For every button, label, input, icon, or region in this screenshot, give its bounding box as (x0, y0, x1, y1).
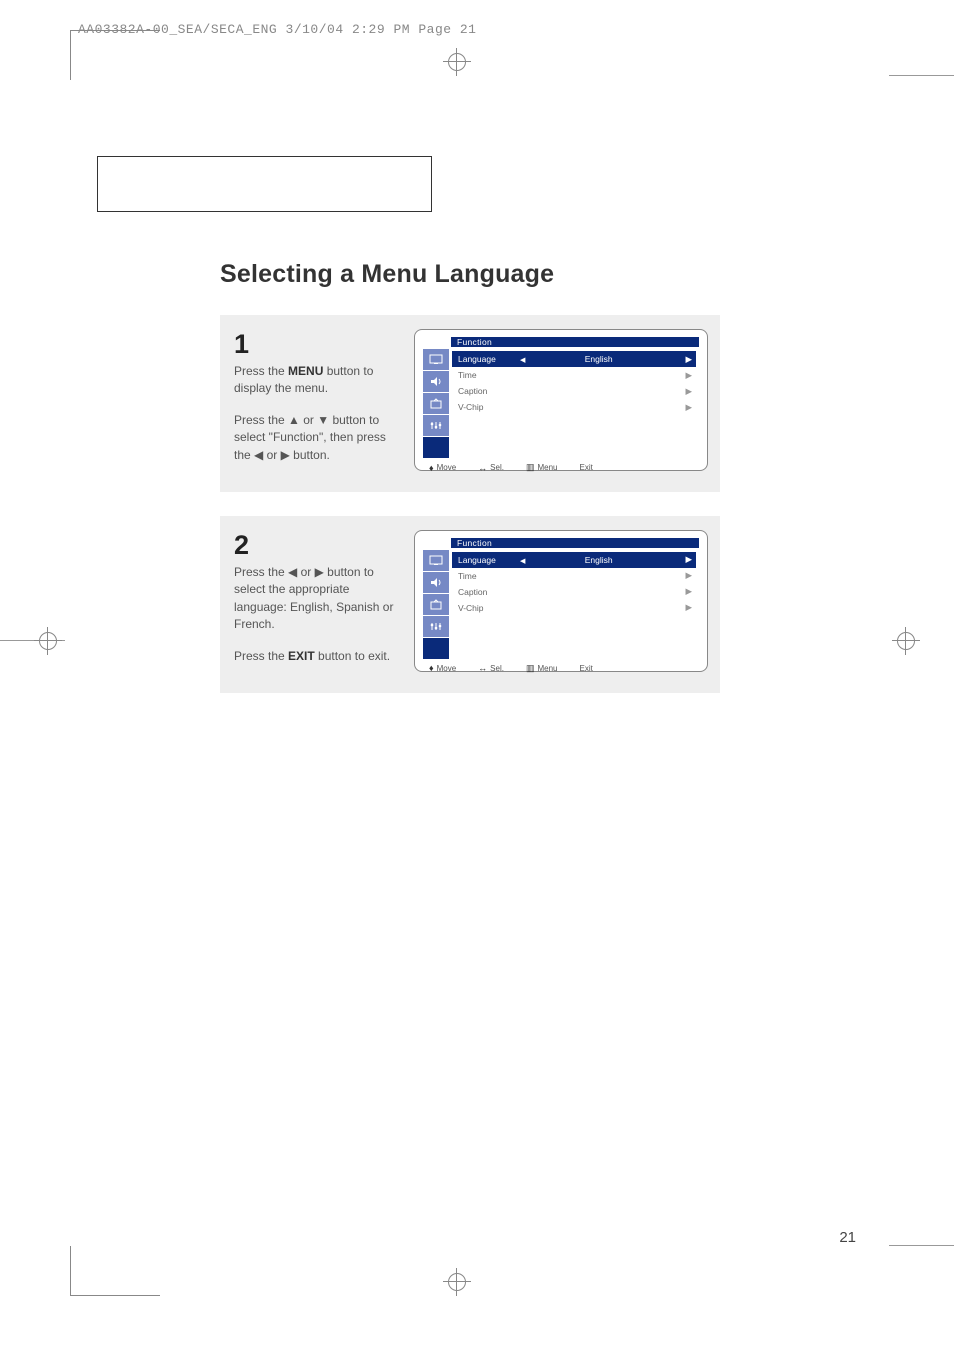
step-1-para-1: Press the MENU button to display the men… (234, 363, 396, 398)
tab-setup-icon (423, 616, 449, 637)
osd-title: Function (451, 337, 699, 347)
osd-screenshot-1: Function Language English ▶ (414, 329, 708, 471)
menu-icon: ▥ (526, 663, 535, 674)
osd-menu-rows-2: Language English ▶ Time▶ Caption▶ V-C (452, 552, 699, 616)
step-2-para-2: Press the EXIT button to exit. (234, 648, 396, 665)
crop-mark-bottom-left (70, 1246, 160, 1296)
leftright-icon: ↔ (478, 463, 487, 473)
osd-menu-rows: Language English ▶ Time▶ Caption▶ V-C (452, 351, 699, 415)
registration-mark-left (34, 627, 62, 655)
registration-mark-right (892, 627, 920, 655)
osd-row-language: Language English ▶ (452, 351, 696, 367)
updown-icon: ♦ (429, 463, 434, 473)
main-content: Selecting a Menu Language 1 Press the ME… (220, 260, 720, 717)
tab-channel-icon (423, 594, 449, 615)
osd-row-language: Language English ▶ (452, 552, 696, 568)
tab-function-icon (423, 638, 449, 659)
osd-screenshot-2: Function Language English ▶ (414, 530, 708, 672)
registration-mark-top (443, 48, 471, 76)
osd-footer-2: ♦Move ↔Sel. ▥Menu Exit (423, 660, 699, 674)
step-2-number: 2 (234, 530, 396, 561)
menu-icon: ▥ (526, 462, 535, 473)
tab-setup-icon (423, 415, 449, 436)
tab-sound-icon (423, 371, 449, 392)
osd-row-time: Time▶ (452, 367, 696, 383)
tab-channel-icon (423, 393, 449, 414)
tab-picture-icon (423, 550, 449, 571)
tab-function-icon (423, 437, 449, 458)
page-title: Selecting a Menu Language (220, 260, 720, 289)
step-1-number: 1 (234, 329, 396, 360)
step-1-text: 1 Press the MENU button to display the m… (234, 329, 396, 478)
step-1: 1 Press the MENU button to display the m… (220, 315, 720, 492)
tab-picture-icon (423, 349, 449, 370)
osd-tab-strip-2 (423, 550, 449, 660)
crop-mark-top-left (70, 30, 160, 80)
crop-line-right-bottom (889, 1245, 954, 1246)
updown-icon: ♦ (429, 663, 434, 673)
osd-row-vchip: V-Chip▶ (452, 600, 696, 616)
registration-mark-bottom (443, 1268, 471, 1296)
header-box (97, 156, 432, 212)
osd-row-caption: Caption▶ (452, 383, 696, 399)
osd-row-caption: Caption▶ (452, 584, 696, 600)
osd-row-vchip: V-Chip▶ (452, 399, 696, 415)
osd-footer: ♦Move ↔Sel. ▥Menu Exit (423, 459, 699, 473)
osd-title-2: Function (451, 538, 699, 548)
step-2: 2 Press the ◀ or ▶ button to select the … (220, 516, 720, 693)
step-2-para-1: Press the ◀ or ▶ button to select the ap… (234, 564, 396, 634)
step-1-para-2: Press the ▲ or ▼ button to select "Funct… (234, 412, 396, 464)
crop-line-right-top (889, 75, 954, 76)
osd-tab-strip (423, 349, 449, 459)
leftright-icon: ↔ (478, 663, 487, 673)
page-number: 21 (839, 1229, 856, 1246)
tab-sound-icon (423, 572, 449, 593)
osd-row-time: Time▶ (452, 568, 696, 584)
step-2-text: 2 Press the ◀ or ▶ button to select the … (234, 530, 396, 679)
